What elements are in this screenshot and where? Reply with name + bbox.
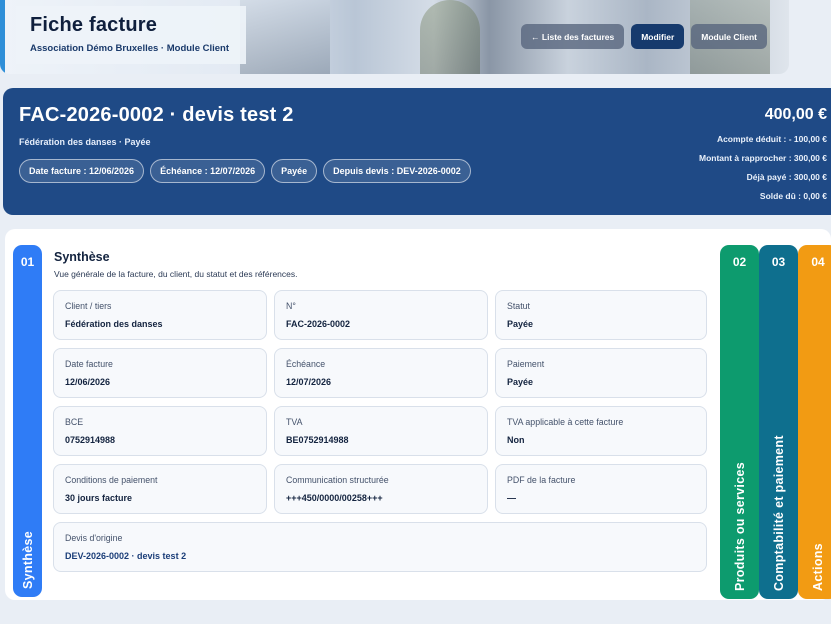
field-label: Client / tiers	[65, 301, 112, 311]
field-label: N°	[286, 301, 296, 311]
field-invoice-date: Date facture 12/06/2026	[53, 348, 267, 398]
field-value: +++450/0000/00258+++	[286, 493, 383, 503]
field-label: Communication structurée	[286, 475, 389, 485]
field-value: —	[507, 493, 516, 503]
page-banner: Fiche facture Association Démo Bruxelles…	[0, 0, 789, 74]
field-value: Payée	[507, 377, 534, 387]
field-client: Client / tiers Fédération des danses	[53, 290, 267, 340]
invoice-header-card: FAC-2026-0002 · devis test 2 Fédération …	[3, 88, 831, 215]
tab-comptabilite-label: Comptabilité et paiement	[771, 435, 786, 591]
field-invoice-pdf: PDF de la facture —	[495, 464, 707, 514]
invoice-totals: 400,00 € Acompte déduit : - 100,00 € Mon…	[699, 106, 827, 206]
field-value: 12/06/2026	[65, 377, 111, 387]
field-tva-applicable: TVA applicable à cette facture Non	[495, 406, 707, 456]
invoice-meta: Fédération des danses · Payée	[19, 137, 151, 147]
tab-produits-services[interactable]: 02 Produits ou services	[720, 245, 759, 599]
section-title: Synthèse	[54, 250, 110, 264]
field-payment-conditions: Conditions de paiement 30 jours facture	[53, 464, 267, 514]
balance-due: Solde dû : 0,00 €	[759, 191, 827, 201]
tab-actions-label: Actions	[811, 543, 825, 591]
tab-produits-label: Produits ou services	[732, 462, 747, 591]
tab-synthese-number: 01	[20, 255, 35, 269]
field-label: Conditions de paiement	[65, 475, 158, 485]
banner-title-block: Fiche facture Association Démo Bruxelles…	[16, 6, 246, 64]
deposit-deducted: Acompte déduit : - 100,00 €	[716, 134, 827, 144]
field-value: Payée	[507, 319, 534, 329]
invoice-chips: Date facture : 12/06/2026 Échéance : 12/…	[19, 159, 471, 183]
invoice-title: FAC-2026-0002 · devis test 2	[19, 104, 294, 126]
tab-synthese[interactable]: 01 Synthèse	[13, 245, 42, 597]
tab-comptabilite-paiement[interactable]: 03 Comptabilité et paiement	[759, 245, 798, 599]
chip-origin-quote: Depuis devis : DEV-2026-0002	[323, 159, 471, 183]
amount-paid: Déjà payé : 300,00 €	[746, 172, 827, 182]
field-value: 30 jours facture	[65, 493, 133, 503]
field-payment: Paiement Payée	[495, 348, 707, 398]
client-module-button[interactable]: Module Client	[691, 24, 767, 49]
banner-accent-bar	[0, 0, 5, 74]
field-value: Non	[507, 435, 525, 445]
field-label: Devis d'origine	[65, 533, 123, 543]
invoice-list-button[interactable]: ← Liste des factures	[521, 24, 625, 49]
top-actions: ← Liste des factures Modifier Module Cli…	[521, 24, 767, 49]
field-label: PDF de la facture	[507, 475, 576, 485]
field-origin-quote: Devis d'origine DEV-2026-0002 · devis te…	[53, 522, 707, 572]
origin-quote-link[interactable]: DEV-2026-0002 · devis test 2	[65, 551, 695, 561]
field-bce: BCE 0752914988	[53, 406, 267, 456]
field-value: BE0752914988	[286, 435, 349, 445]
invoice-total-amount: 400,00 €	[764, 106, 827, 123]
field-label: TVA applicable à cette facture	[507, 417, 624, 427]
chip-invoice-date: Date facture : 12/06/2026	[19, 159, 145, 183]
amount-to-reconcile: Montant à rapprocher : 300,00 €	[698, 153, 827, 163]
section-description: Vue générale de la facture, du client, d…	[54, 269, 298, 279]
page-subtitle: Association Démo Bruxelles · Module Clie…	[30, 43, 230, 54]
field-label: Paiement	[507, 359, 545, 369]
field-value: 0752914988	[65, 435, 116, 445]
field-label: Échéance	[286, 359, 326, 369]
tab-produits-number: 02	[732, 255, 747, 269]
tab-synthese-label: Synthèse	[20, 531, 35, 589]
field-label: TVA	[286, 417, 303, 427]
synthese-fields: Client / tiers Fédération des danses N° …	[53, 290, 709, 572]
field-status: Statut Payée	[495, 290, 707, 340]
tab-comptabilite-number: 03	[771, 255, 786, 269]
page-title: Fiche facture	[30, 14, 158, 36]
banner-plant-image	[420, 0, 480, 74]
field-due-date: Échéance 12/07/2026	[274, 348, 488, 398]
tab-actions-number: 04	[811, 255, 825, 269]
field-invoice-number: N° FAC-2026-0002	[274, 290, 488, 340]
field-label: Date facture	[65, 359, 113, 369]
tab-actions[interactable]: 04 Actions	[798, 245, 831, 599]
chip-due-date: Échéance : 12/07/2026	[150, 159, 266, 183]
invoice-detail-card: 01 Synthèse Synthèse Vue générale de la …	[5, 229, 831, 600]
field-value: 12/07/2026	[286, 377, 332, 387]
field-tva: TVA BE0752914988	[274, 406, 488, 456]
field-value: FAC-2026-0002	[286, 319, 351, 329]
banner-background-image	[240, 0, 330, 74]
field-structured-communication: Communication structurée +++450/0000/002…	[274, 464, 488, 514]
field-label: BCE	[65, 417, 84, 427]
field-label: Statut	[507, 301, 530, 311]
edit-button[interactable]: Modifier	[631, 24, 685, 49]
chip-status: Payée	[271, 159, 318, 183]
field-value: Fédération des danses	[65, 319, 163, 329]
